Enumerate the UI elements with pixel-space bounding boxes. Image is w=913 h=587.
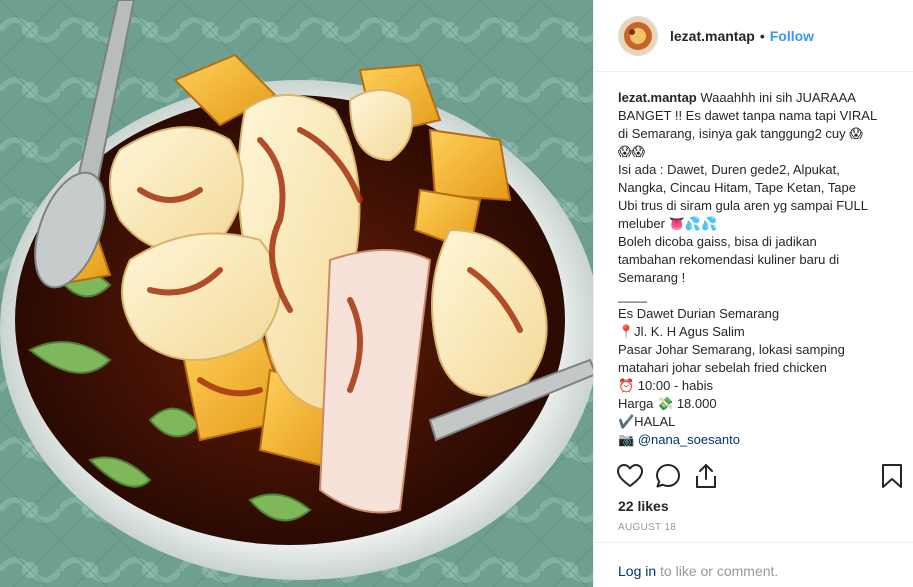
- caption-line: Semarang !: [618, 270, 686, 285]
- post-caption: lezat.mantap Waaahhh ini sih JUARAAA BAN…: [618, 89, 888, 449]
- caption-line: BANGET !! Es dawet tanpa nama tapi VIRAL: [618, 108, 878, 123]
- caption-line: tambahan rekomendasi kuliner baru di: [618, 252, 840, 267]
- follow-button[interactable]: Follow: [770, 28, 814, 44]
- caption-line: di Semarang, isinya gak tanggung2 cuy 😱: [618, 126, 863, 141]
- caption-line: 😱😱: [618, 144, 646, 159]
- caption-line: meluber 👅💦💦: [618, 216, 718, 231]
- login-bar: Log in to like or comment.: [594, 542, 913, 587]
- header-separator-dot: •: [759, 27, 765, 44]
- share-icon: [696, 464, 716, 488]
- es-dawet-photo: [0, 0, 593, 587]
- post-actions: [616, 462, 904, 490]
- post-side-panel: lezat.mantap • Follow lezat.mantap Waaah…: [593, 0, 913, 587]
- caption-line: lezat.mantap Waaahhh ini sih JUARAAA: [618, 89, 888, 107]
- caption-line: ⏰ 10:00 - habis: [618, 378, 713, 393]
- caption-line: Boleh dicoba gaiss, bisa di jadikan: [618, 234, 817, 249]
- bookmark-icon: [882, 464, 902, 488]
- comment-icon: [656, 464, 680, 488]
- caption-line: Es Dawet Durian Semarang: [618, 306, 780, 321]
- post-photo[interactable]: [0, 0, 593, 587]
- caption-line: Ubi trus di siram gula aren yg sampai FU…: [618, 198, 868, 213]
- caption-line: 📷 @nana_soesanto: [618, 431, 888, 449]
- camera-prefix: 📷: [618, 432, 638, 447]
- login-prompt-text: to like or comment.: [656, 563, 779, 579]
- caption-text: Waaahhh ini sih JUARAAA: [696, 90, 856, 105]
- photo-credit-mention[interactable]: @nana_soesanto: [638, 432, 740, 447]
- caption-line: 📍Jl. K. H Agus Salim: [618, 324, 745, 339]
- post-header: lezat.mantap • Follow: [594, 0, 913, 72]
- post-date[interactable]: AUGUST 18: [618, 522, 676, 533]
- login-link[interactable]: Log in: [618, 563, 656, 579]
- like-button[interactable]: [616, 462, 644, 490]
- caption-line: Nangka, Cincau Hitam, Tape Ketan, Tape: [618, 180, 856, 195]
- avatar[interactable]: [618, 15, 658, 56]
- caption-line: Harga 💸 18.000: [618, 396, 717, 411]
- caption-line: ____: [618, 288, 647, 303]
- caption-username[interactable]: lezat.mantap: [618, 90, 697, 105]
- caption-line: ✔️HALAL: [618, 414, 676, 429]
- likes-count[interactable]: 22 likes: [618, 498, 669, 514]
- caption-line: Pasar Johar Semarang, lokasi samping: [618, 342, 845, 357]
- caption-line: Isi ada : Dawet, Duren gede2, Alpukat,: [618, 162, 840, 177]
- avatar-image: [619, 16, 657, 55]
- heart-icon: [617, 464, 643, 487]
- header-username[interactable]: lezat.mantap: [670, 28, 755, 44]
- caption-line: matahari johar sebelah fried chicken: [618, 360, 827, 375]
- save-button[interactable]: [878, 462, 906, 490]
- comment-button[interactable]: [654, 462, 682, 490]
- share-button[interactable]: [692, 462, 720, 490]
